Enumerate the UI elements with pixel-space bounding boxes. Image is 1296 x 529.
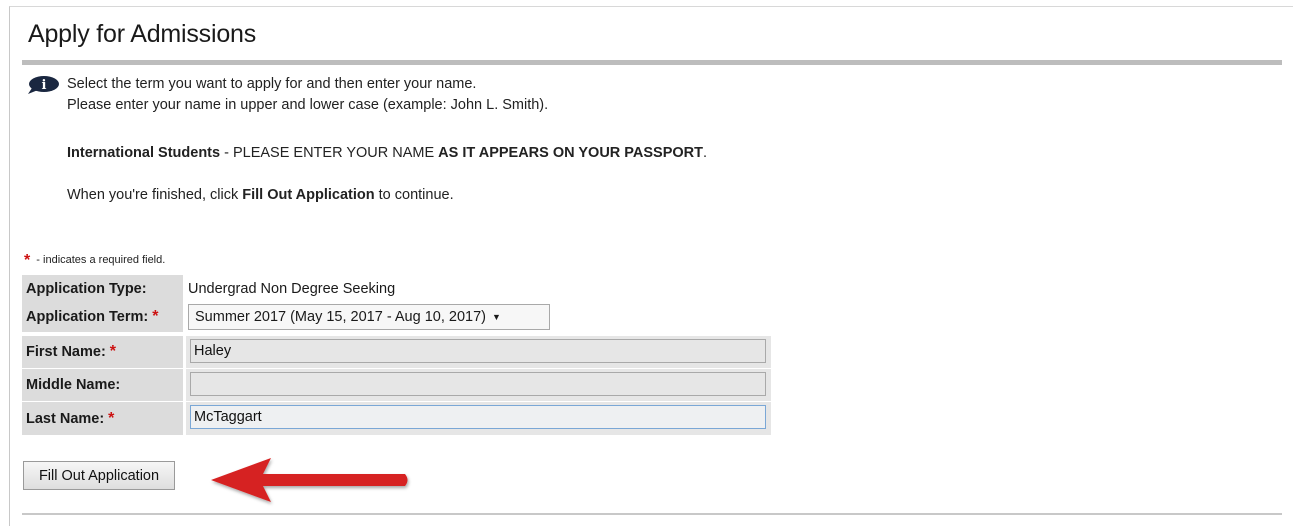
red-arrow-annotation-icon bbox=[211, 458, 408, 502]
instruction-line-2: Please enter your name in upper and lowe… bbox=[67, 97, 549, 113]
row-first-name: First Name: * bbox=[22, 336, 772, 368]
finish-post: to continue. bbox=[374, 187, 454, 203]
svg-text:i: i bbox=[42, 78, 47, 93]
page-title: Apply for Admissions bbox=[28, 20, 257, 48]
first-name-input[interactable] bbox=[190, 339, 766, 363]
instruction-line-1: Select the term you want to apply for an… bbox=[67, 76, 477, 92]
fill-out-application-button[interactable]: Fill Out Application bbox=[23, 461, 175, 490]
required-star: * bbox=[152, 308, 159, 325]
required-field-note: * - indicates a required field. bbox=[24, 252, 165, 270]
required-star: * bbox=[109, 343, 117, 360]
intl-text: - PLEASE ENTER YOUR NAME bbox=[220, 145, 439, 161]
row-last-name: Last Name: * bbox=[22, 402, 772, 435]
intl-end: . bbox=[702, 145, 708, 161]
finish-bold: Fill Out Application bbox=[242, 187, 375, 203]
last-name-label: Last Name: * bbox=[22, 402, 183, 435]
finish-pre: When you're finished, click bbox=[67, 187, 243, 203]
row-application-type: Application Type: Undergrad Non Degree S… bbox=[22, 275, 522, 302]
intl-label: International Students bbox=[67, 145, 221, 161]
required-star: * bbox=[24, 252, 31, 269]
middle-name-cell bbox=[186, 369, 771, 401]
required-note-text: - indicates a required field. bbox=[33, 254, 166, 266]
info-speech-icon: i bbox=[28, 76, 59, 94]
application-term-select[interactable]: Summer 2017 (May 15, 2017 - Aug 10, 2017… bbox=[188, 304, 550, 330]
last-name-input[interactable] bbox=[190, 405, 766, 429]
application-type-label: Application Type: bbox=[22, 275, 183, 302]
first-name-label: First Name: * bbox=[22, 336, 183, 368]
application-type-value: Undergrad Non Degree Seeking bbox=[188, 280, 396, 297]
last-name-cell bbox=[186, 402, 771, 435]
row-application-term: Application Term: * Summer 2017 (May 15, … bbox=[22, 302, 582, 332]
required-star: * bbox=[108, 409, 115, 427]
title-divider bbox=[22, 60, 1282, 65]
middle-name-label: Middle Name: bbox=[22, 369, 183, 401]
application-term-label: Application Term: * bbox=[22, 302, 183, 332]
finish-instruction: When you're finished, click Fill Out App… bbox=[67, 187, 454, 203]
first-name-cell bbox=[186, 336, 771, 368]
intl-emphasis: AS IT APPEARS ON YOUR PASSPORT bbox=[438, 145, 703, 161]
application-term-selected: Summer 2017 (May 15, 2017 - Aug 10, 2017… bbox=[195, 309, 486, 325]
middle-name-input[interactable] bbox=[190, 372, 766, 396]
dropdown-caret-icon: ▼ bbox=[491, 312, 501, 322]
row-middle-name: Middle Name: bbox=[22, 369, 772, 401]
international-students-note: International Students - PLEASE ENTER YO… bbox=[67, 145, 707, 161]
bottom-divider bbox=[22, 513, 1282, 515]
